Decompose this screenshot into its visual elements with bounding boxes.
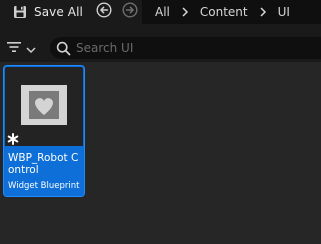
breadcrumb-item-content[interactable]: Content (200, 5, 248, 19)
chevron-right-icon[interactable] (258, 7, 268, 17)
filter-button[interactable] (6, 39, 40, 57)
filter-icon (6, 39, 22, 58)
asset-name: WBP_Robot Control (8, 152, 79, 176)
search-icon (55, 40, 71, 56)
save-all-label: Save All (34, 4, 83, 19)
asset-grid: WBP_Robot Control Widget Blueprint (0, 62, 321, 244)
search-input[interactable] (76, 41, 296, 55)
asset-tile[interactable]: WBP_Robot Control Widget Blueprint (4, 66, 84, 196)
asset-thumbnail (5, 67, 83, 146)
arrow-back-icon (95, 1, 112, 22)
forward-button[interactable] (121, 1, 138, 22)
widget-blueprint-icon (21, 85, 67, 125)
breadcrumb-item-ui[interactable]: UI (278, 5, 290, 19)
breadcrumb-item-all[interactable]: All (155, 5, 170, 19)
asterisk-icon (7, 130, 19, 145)
save-all-button[interactable]: Save All (12, 3, 83, 20)
chevron-down-icon (26, 39, 36, 58)
search-input-container (50, 37, 321, 59)
arrow-forward-icon (121, 1, 138, 22)
breadcrumb: All Content UI (143, 0, 321, 24)
asset-type: Widget Blueprint (8, 181, 80, 191)
content-browser: Save All All Content UI Search UI WBP_Ro… (0, 0, 321, 244)
content-browser-toolbar: Save All All Content UI (0, 0, 321, 24)
save-all-icon (12, 4, 28, 20)
back-button[interactable] (95, 1, 112, 22)
chevron-right-icon[interactable] (180, 7, 190, 17)
